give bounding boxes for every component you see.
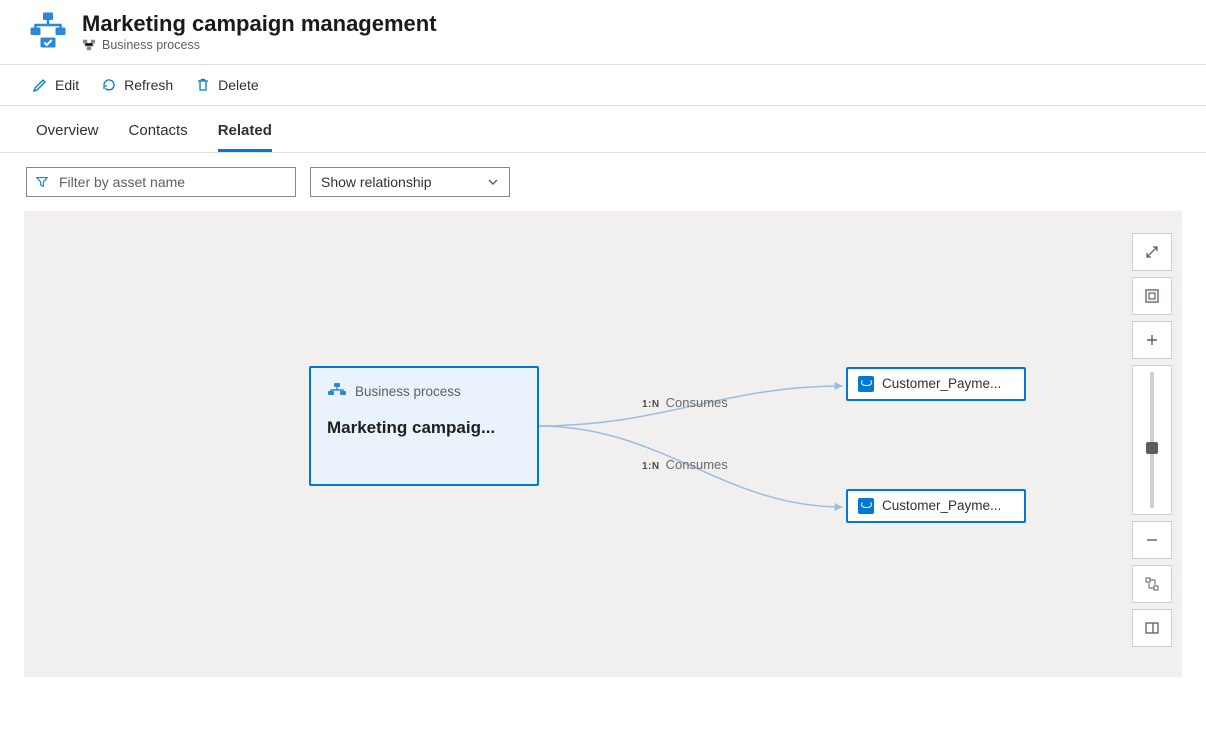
tab-contacts[interactable]: Contacts (129, 118, 188, 152)
business-process-icon (28, 10, 68, 50)
dataset-icon (858, 498, 874, 514)
tab-bar: Overview Contacts Related (0, 106, 1206, 153)
tab-related[interactable]: Related (218, 118, 272, 152)
expand-button[interactable] (1132, 233, 1172, 271)
main-node-type: Business process (355, 384, 461, 399)
layout-swap-button[interactable] (1132, 565, 1172, 603)
edge-label-1: 1:NConsumes (642, 457, 728, 472)
target-node-0[interactable]: Customer_Payme... (846, 367, 1026, 401)
canvas-controls (1132, 233, 1172, 647)
refresh-button[interactable]: Refresh (99, 73, 175, 97)
main-node[interactable]: Business process Marketing campaig... (309, 366, 539, 486)
delete-label: Delete (218, 77, 258, 93)
page-subtitle-text: Business process (102, 38, 200, 52)
tab-overview[interactable]: Overview (36, 118, 99, 152)
page-title: Marketing campaign management (82, 10, 437, 38)
edit-label: Edit (55, 77, 79, 93)
toolbar: Edit Refresh Delete (0, 65, 1206, 106)
fit-to-screen-button[interactable] (1132, 277, 1172, 315)
edit-button[interactable]: Edit (30, 73, 81, 97)
zoom-in-button[interactable] (1132, 321, 1172, 359)
business-process-icon (327, 382, 347, 402)
filter-row: Show relationship (0, 153, 1206, 211)
expand-icon (1144, 244, 1160, 260)
relationship-select-label: Show relationship (321, 174, 432, 190)
page-subtitle: Business process (82, 38, 437, 52)
filter-input[interactable] (57, 173, 287, 191)
zoom-out-button[interactable] (1132, 521, 1172, 559)
relationship-canvas[interactable]: 1:NConsumes 1:NConsumes Business process… (24, 211, 1182, 677)
toggle-panel-icon (1144, 620, 1160, 636)
relationship-select[interactable]: Show relationship (310, 167, 510, 197)
filter-icon (35, 175, 49, 189)
refresh-icon (101, 77, 117, 93)
page-header: Marketing campaign management Business p… (0, 0, 1206, 65)
target-node-1-label: Customer_Payme... (882, 498, 1001, 513)
target-node-1[interactable]: Customer_Payme... (846, 489, 1026, 523)
delete-button[interactable]: Delete (193, 73, 260, 97)
zoom-slider[interactable] (1132, 365, 1172, 515)
chevron-down-icon (487, 176, 499, 188)
refresh-label: Refresh (124, 77, 173, 93)
edge-layer (24, 211, 1182, 677)
layout-swap-icon (1144, 576, 1160, 592)
plus-icon (1144, 332, 1160, 348)
filter-input-wrapper[interactable] (26, 167, 296, 197)
trash-icon (195, 77, 211, 93)
asset-type-icon (82, 38, 96, 52)
target-node-0-label: Customer_Payme... (882, 376, 1001, 391)
main-node-title: Marketing campaig... (327, 418, 521, 438)
zoom-thumb[interactable] (1146, 442, 1158, 454)
edge-label-0: 1:NConsumes (642, 395, 728, 410)
minus-icon (1144, 532, 1160, 548)
dataset-icon (858, 376, 874, 392)
fit-to-screen-icon (1144, 288, 1160, 304)
zoom-rail (1150, 372, 1154, 508)
toggle-panel-button[interactable] (1132, 609, 1172, 647)
pencil-icon (32, 77, 48, 93)
